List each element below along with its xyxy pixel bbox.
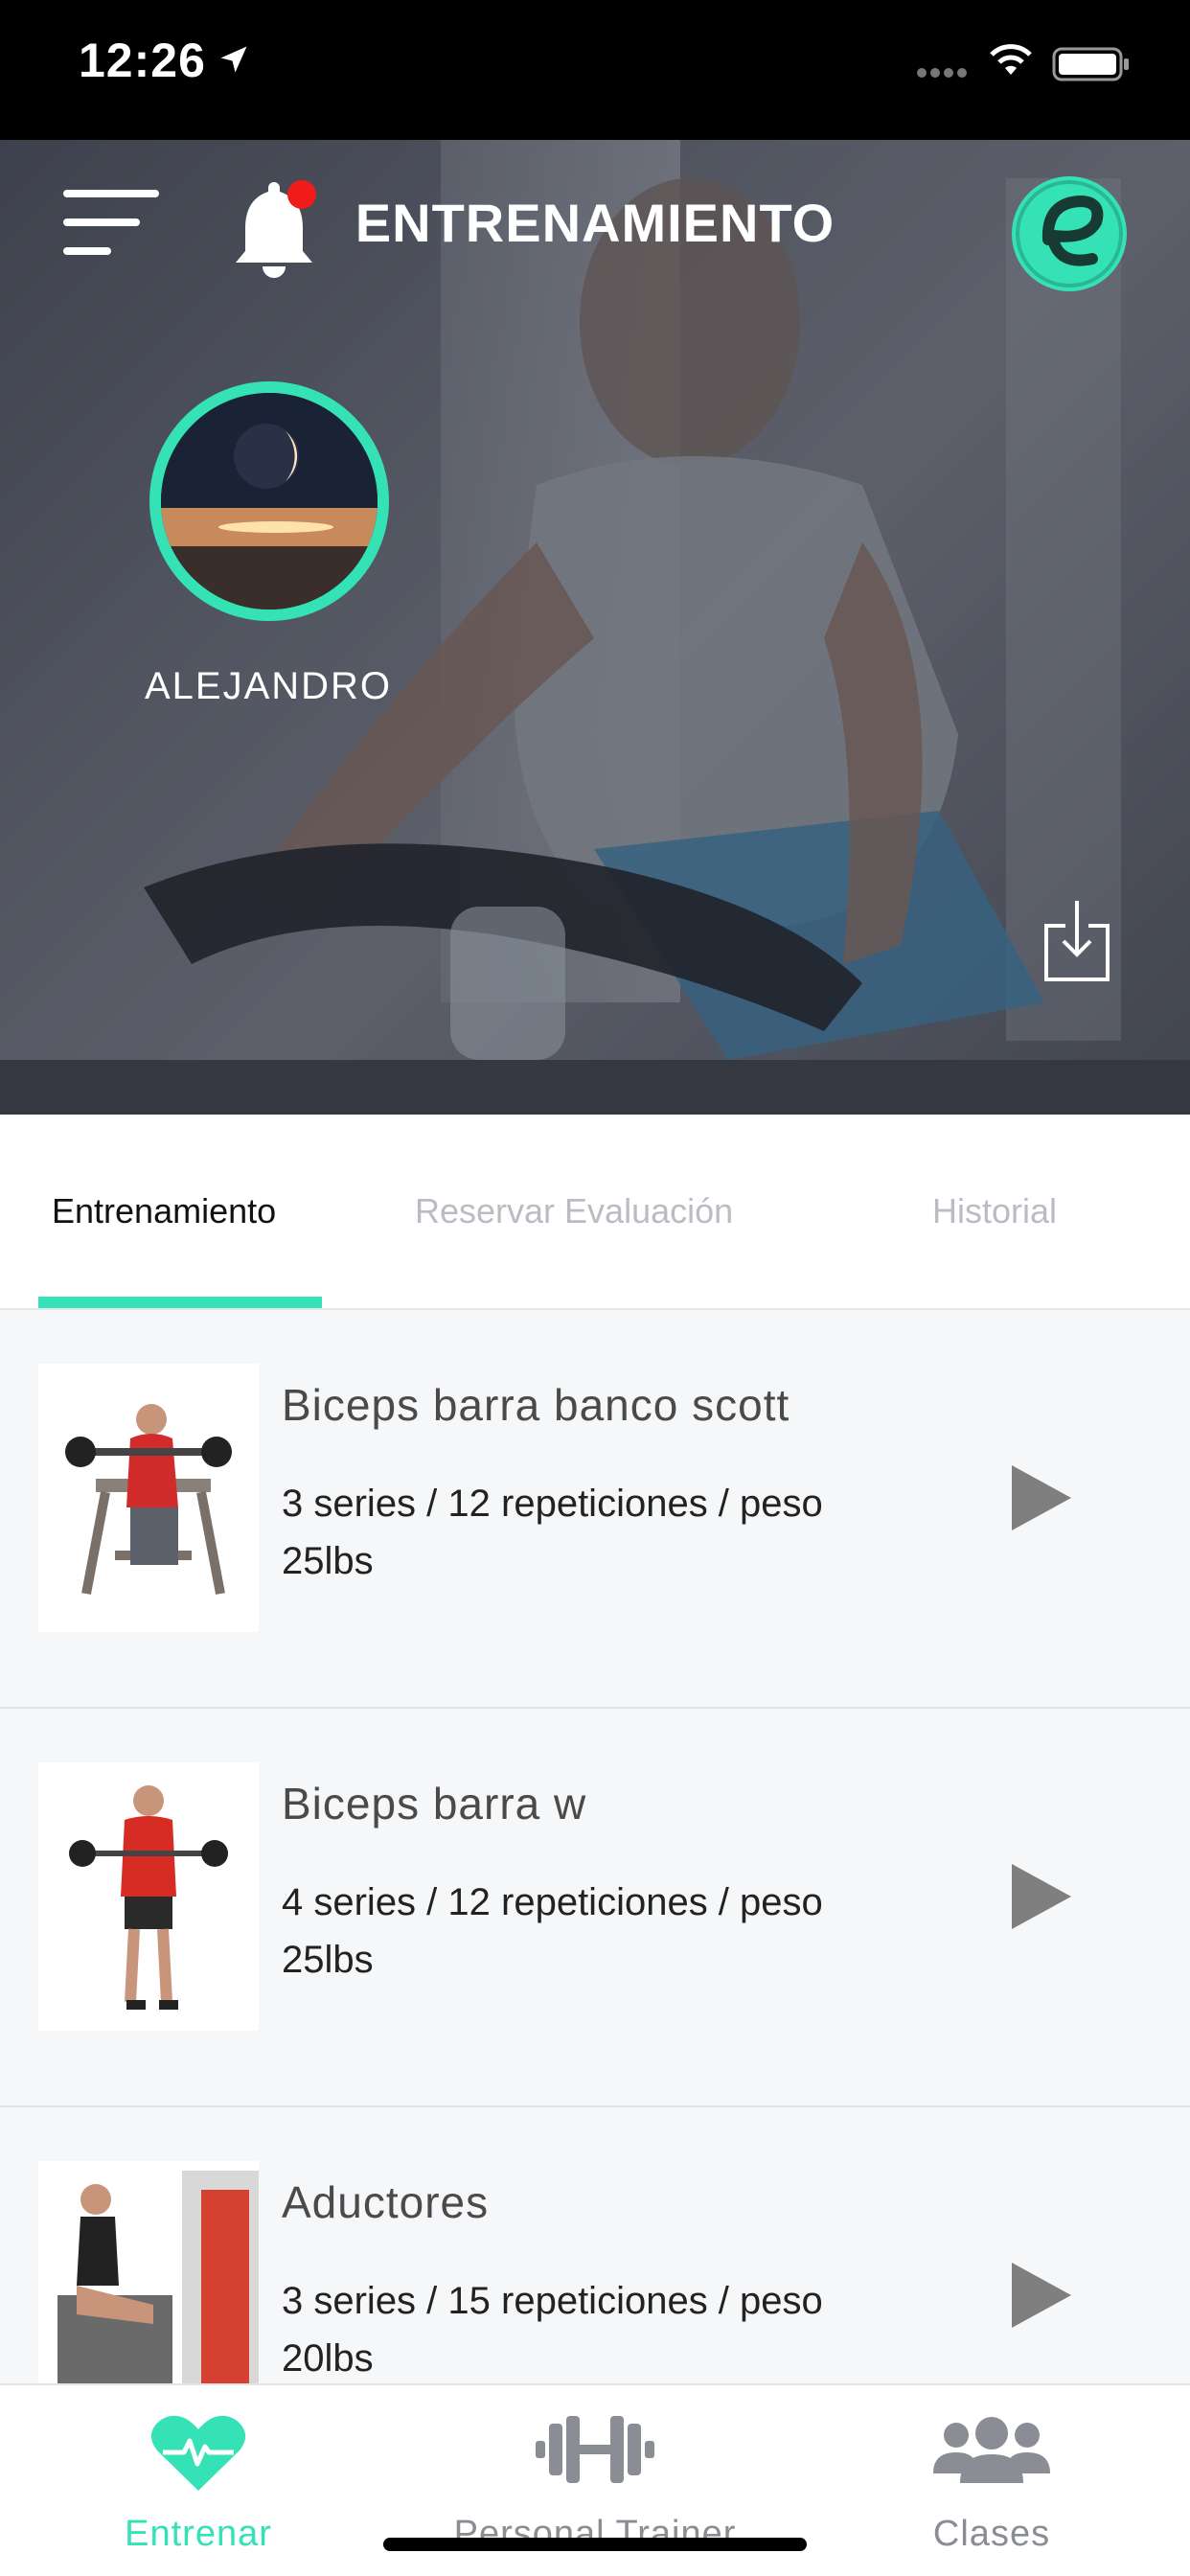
status-bar: 12:26 xyxy=(0,0,1190,140)
exercise-details: 4 series / 12 repeticiones / peso 25lbs xyxy=(282,1881,823,1981)
nav-label: Clases xyxy=(932,2514,1051,2554)
tab-bar: Entrenamiento Reservar Evaluación Histor… xyxy=(0,1115,1190,1310)
exercise-details: 3 series / 12 repeticiones / peso 25lbs xyxy=(282,1483,823,1582)
hero-banner: ENTRENAMIENTO ALEJANDRO xyxy=(0,140,1190,1115)
active-tab-indicator xyxy=(38,1297,322,1308)
brand-logo-icon[interactable] xyxy=(1008,172,1131,295)
profile-avatar[interactable] xyxy=(149,381,389,621)
exercise-title: Aductores xyxy=(282,2177,490,2227)
battery-icon xyxy=(1052,47,1129,81)
play-icon[interactable] xyxy=(1010,2261,1073,2330)
nav-label: Entrenar xyxy=(125,2514,272,2554)
tab-historial[interactable]: Historial xyxy=(932,1191,1057,1231)
nav-entrenar[interactable]: Entrenar xyxy=(0,2385,397,2576)
status-time: 12:26 xyxy=(79,34,206,87)
avatar-image xyxy=(161,393,378,610)
exercise-thumbnail xyxy=(38,1364,259,1632)
wifi-icon xyxy=(990,44,1032,75)
nav-clases[interactable]: Clases xyxy=(793,2385,1190,2576)
play-icon[interactable] xyxy=(1010,1463,1073,1532)
download-icon[interactable] xyxy=(1042,897,1111,983)
location-arrow-icon xyxy=(220,46,247,73)
exercise-image xyxy=(69,1785,228,2010)
user-name: ALEJANDRO xyxy=(144,665,393,707)
exercise-details: 3 series / 15 repeticiones / peso 20lbs xyxy=(282,2280,823,2380)
exercise-row[interactable]: Biceps barra banco scott 3 series / 12 r… xyxy=(0,1310,1190,1709)
play-icon[interactable] xyxy=(1010,1862,1073,1931)
group-icon xyxy=(933,2417,1050,2483)
exercise-title: Biceps barra banco scott xyxy=(282,1380,790,1430)
exercise-thumbnail xyxy=(38,1762,259,2031)
exercise-row[interactable]: Aductores 3 series / 15 repeticiones / p… xyxy=(0,2107,1190,2383)
exercise-thumbnail xyxy=(38,2161,259,2383)
signal-icon xyxy=(917,68,967,78)
tab-reservar-evaluacion[interactable]: Reservar Evaluación xyxy=(415,1191,733,1231)
exercise-title: Biceps barra w xyxy=(282,1779,587,1828)
exercise-list: Biceps barra banco scott 3 series / 12 r… xyxy=(0,1310,1190,2383)
dumbbell-icon xyxy=(536,2416,654,2483)
home-indicator xyxy=(383,2538,807,2551)
heart-pulse-icon xyxy=(150,2415,246,2491)
exercise-row[interactable]: Biceps barra w 4 series / 12 repeticione… xyxy=(0,1709,1190,2107)
exercise-image xyxy=(57,2171,259,2383)
exercise-image xyxy=(65,1404,232,1595)
tab-entrenamiento[interactable]: Entrenamiento xyxy=(52,1191,276,1231)
